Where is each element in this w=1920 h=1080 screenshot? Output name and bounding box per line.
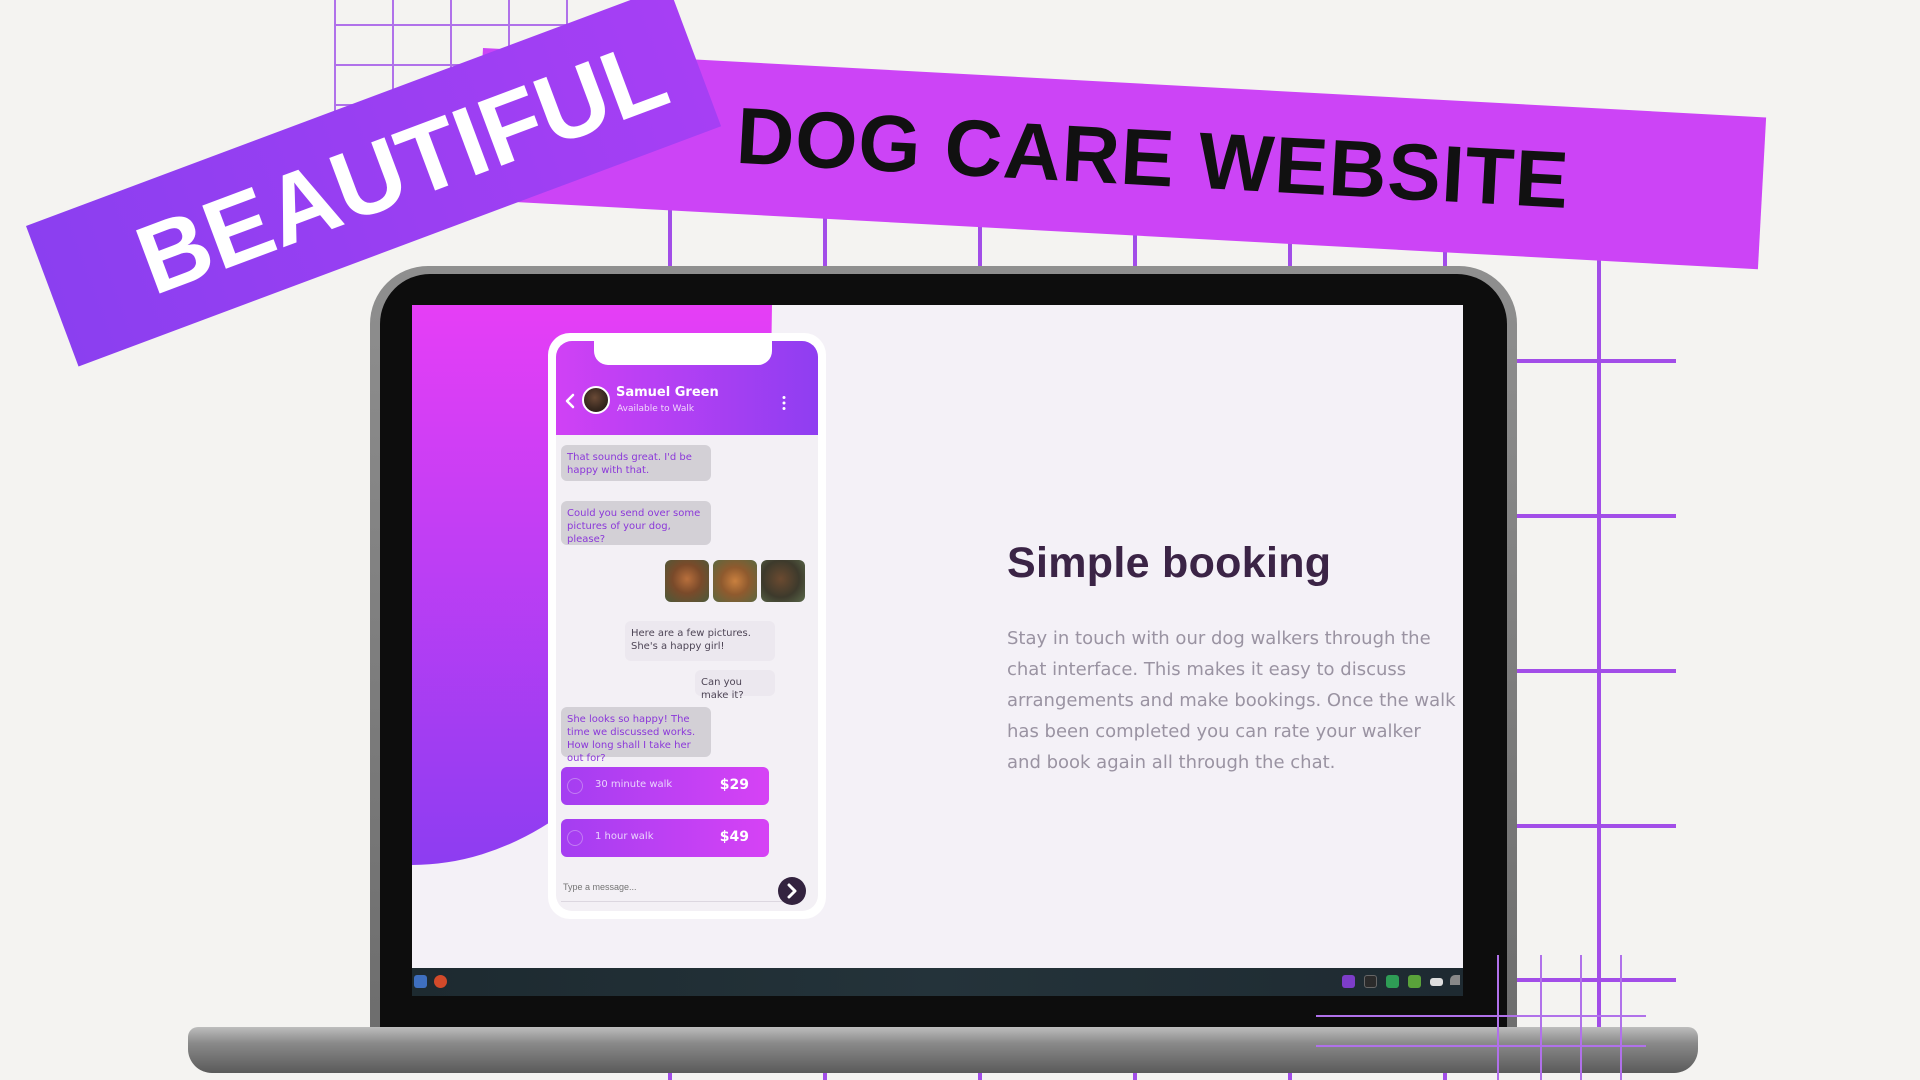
message-outgoing: Here are a few pictures. She's a happy g… (625, 621, 775, 661)
chat-header: Samuel Green Available to Walk (556, 341, 818, 435)
message-outgoing: Can you make it? (695, 670, 775, 701)
option-label: 1 hour walk (595, 831, 654, 842)
battery-icon[interactable] (1430, 978, 1443, 986)
os-taskbar (412, 968, 1463, 996)
back-arrow-icon[interactable] (564, 393, 576, 409)
taskbar-app-icon[interactable] (434, 975, 447, 988)
avatar[interactable] (582, 386, 610, 414)
walk-option-30min[interactable]: 30 minute walk $29 (561, 767, 769, 805)
feature-description: Stay in touch with our dog walkers throu… (1007, 628, 1456, 773)
radio-circle-icon[interactable] (567, 830, 583, 846)
phone-notch (594, 341, 772, 365)
taskbar-app-icon[interactable] (1342, 975, 1355, 988)
message-incoming: That sounds great. I'd be happy with tha… (561, 445, 711, 481)
laptop-screen: Samuel Green Available to Walk That soun… (412, 305, 1463, 968)
taskbar-app-icon[interactable] (1408, 975, 1421, 988)
contact-name: Samuel Green (616, 385, 719, 400)
option-price: $29 (719, 777, 749, 793)
option-label: 30 minute walk (595, 779, 673, 790)
walk-option-1hour[interactable]: 1 hour walk $49 (561, 819, 769, 857)
dog-photo[interactable] (713, 560, 757, 602)
radio-circle-icon[interactable] (567, 778, 583, 794)
wifi-icon[interactable] (1450, 975, 1460, 985)
message-input[interactable] (561, 873, 785, 902)
message-incoming: Could you send over some pictures of you… (561, 501, 711, 545)
dog-photo[interactable] (665, 560, 709, 602)
more-vertical-icon[interactable] (781, 395, 787, 411)
banner-title-text: DOG CARE WEBSITE (734, 90, 1572, 225)
option-price: $49 (719, 829, 749, 845)
message-incoming: She looks so happy! The time we discusse… (561, 707, 711, 764)
contact-status: Available to Walk (617, 404, 695, 414)
laptop-base (188, 1027, 1698, 1073)
chat-screen: Samuel Green Available to Walk That soun… (556, 341, 818, 911)
taskbar-app-icon[interactable] (1364, 975, 1377, 988)
feature-title: Simple booking (1007, 539, 1332, 587)
send-button[interactable] (778, 877, 806, 905)
send-arrow-icon (787, 883, 797, 899)
dog-photo[interactable] (761, 560, 805, 602)
taskbar-app-icon[interactable] (1386, 975, 1399, 988)
phone-mockup: Samuel Green Available to Walk That soun… (548, 333, 826, 919)
taskbar-app-icon[interactable] (414, 975, 427, 988)
